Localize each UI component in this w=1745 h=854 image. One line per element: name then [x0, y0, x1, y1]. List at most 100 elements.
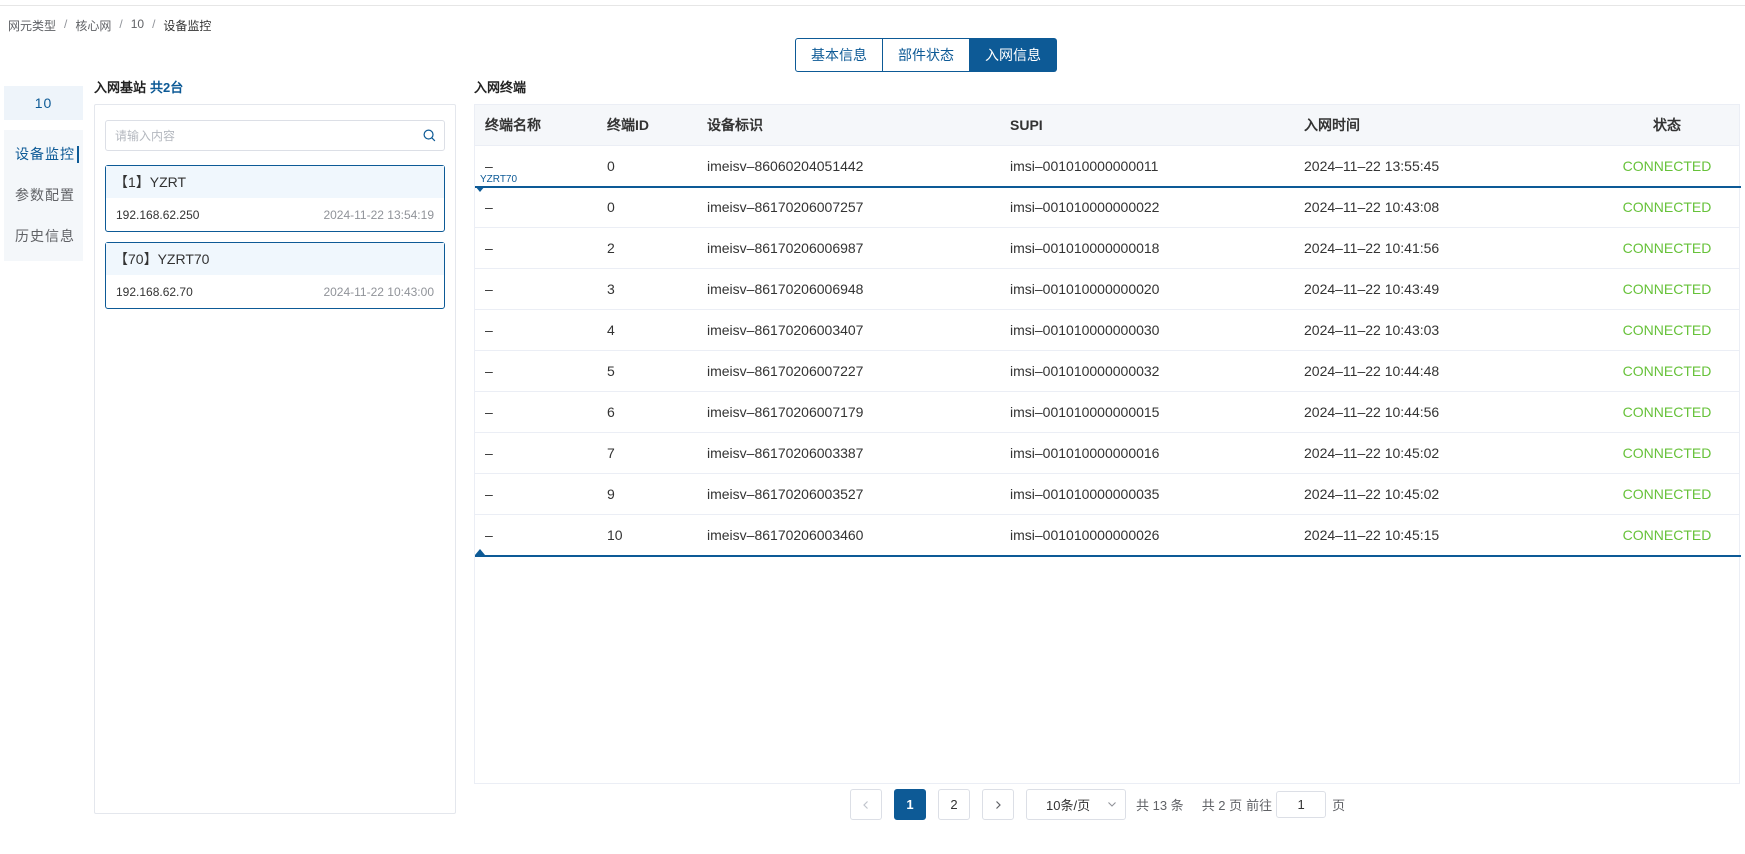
cell-access-time: 2024–11–22 10:43:03: [1294, 309, 1595, 351]
table-row[interactable]: –0 imeisv–86060204051442 imsi–001010000000…: [475, 145, 1739, 187]
breadcrumb-item[interactable]: 核心网: [75, 17, 111, 34]
cell-terminal-name: –: [475, 186, 597, 228]
cell-terminal-id: 7: [597, 432, 697, 474]
station-time: 2024-11-22 10:43:00: [323, 285, 434, 299]
table-header-row: 终端名称 终端ID 设备标识 SUPI 入网时间 状态: [475, 105, 1739, 146]
page-size-select[interactable]: 10条/页: [1026, 789, 1126, 820]
cell-terminal-id: 3: [597, 268, 697, 310]
cell-status: CONNECTED: [1595, 391, 1739, 433]
cell-terminal-id: 6: [597, 391, 697, 433]
cell-device-id: imeisv–86170206007179: [697, 391, 1000, 433]
sidebar-item-device-monitor[interactable]: 设备监控: [4, 134, 83, 175]
breadcrumb-separator: /: [64, 17, 68, 31]
next-page-button[interactable]: [982, 789, 1014, 820]
terminals-title: 入网终端: [474, 80, 527, 95]
column-header-access-time: 入网时间: [1294, 105, 1595, 146]
table-row[interactable]: –2 imeisv–86170206006987 imsi–001010000000…: [475, 227, 1739, 269]
tab-network-access-info[interactable]: 入网信息: [970, 38, 1057, 72]
prev-page-button[interactable]: [850, 789, 882, 820]
goto-page: 前往 页: [1246, 791, 1345, 818]
column-header-terminal-id: 终端ID: [597, 105, 697, 146]
total-count: 共 13 条: [1136, 798, 1184, 813]
cell-terminal-name: –: [475, 391, 597, 433]
sidebar-item-param-config[interactable]: 参数配置: [4, 175, 83, 216]
cell-supi: imsi–001010000000011: [1000, 145, 1294, 187]
cell-device-id: imeisv–86170206003527: [697, 473, 1000, 515]
page-size-value: 10条/页: [1046, 798, 1091, 813]
cell-access-time: 2024–11–22 10:44:48: [1294, 350, 1595, 392]
cell-supi: imsi–001010000000030: [1000, 309, 1294, 351]
cell-status: CONNECTED: [1595, 350, 1739, 392]
sidebar-node-label: 10: [4, 86, 83, 120]
column-header-status: 状态: [1595, 105, 1739, 146]
page-button-2[interactable]: 2: [938, 789, 970, 820]
station-search-input[interactable]: [106, 121, 406, 150]
cell-terminal-name: –: [475, 514, 597, 556]
breadcrumb-separator: /: [152, 17, 156, 31]
cell-terminal-id: 4: [597, 309, 697, 351]
cell-status: CONNECTED: [1595, 145, 1739, 187]
cell-terminal-name: –: [475, 309, 597, 351]
station-card[interactable]: 【70】YZRT70 192.168.62.70 2024-11-22 10:4…: [105, 242, 445, 309]
cell-supi: imsi–001010000000032: [1000, 350, 1294, 392]
cell-terminal-id: 0: [597, 186, 697, 228]
table-row[interactable]: –10 imeisv–86170206003460 imsi–00101000000…: [475, 514, 1739, 556]
stations-count: 共2台: [150, 80, 184, 95]
breadcrumb-item[interactable]: 网元类型: [8, 17, 56, 34]
cell-access-time: 2024–11–22 10:43:08: [1294, 186, 1595, 228]
tab-component-status[interactable]: 部件状态: [883, 38, 970, 72]
cell-access-time: 2024–11–22 10:45:02: [1294, 473, 1595, 515]
tab-basic-info[interactable]: 基本信息: [795, 38, 883, 72]
breadcrumb-separator: /: [119, 17, 123, 31]
search-icon[interactable]: [423, 129, 436, 142]
cell-supi: imsi–001010000000035: [1000, 473, 1294, 515]
stations-panel: 【1】YZRT 192.168.62.250 2024-11-22 13:54:…: [94, 104, 456, 814]
group-end-marker: [475, 549, 1741, 557]
breadcrumb-item[interactable]: 10: [131, 17, 144, 34]
table-row[interactable]: –3 imeisv–86170206006948 imsi–001010000000…: [475, 268, 1739, 310]
cell-supi: imsi–001010000000026: [1000, 514, 1294, 556]
table-row[interactable]: –7 imeisv–86170206003387 imsi–001010000000…: [475, 432, 1739, 474]
station-card[interactable]: 【1】YZRT 192.168.62.250 2024-11-22 13:54:…: [105, 165, 445, 232]
cell-device-id: imeisv–86170206003460: [697, 514, 1000, 556]
cell-device-id: imeisv–86170206003387: [697, 432, 1000, 474]
breadcrumb: 网元类型 / 核心网 / 10 / 设备监控: [8, 17, 211, 34]
page-button-1[interactable]: 1: [894, 789, 926, 820]
cell-terminal-name: –: [475, 432, 597, 474]
station-name: 【1】YZRT: [106, 166, 444, 198]
cell-supi: imsi–001010000000018: [1000, 227, 1294, 269]
terminals-table-container: 终端名称 终端ID 设备标识 SUPI 入网时间 状态 –0 imeisv–860…: [474, 104, 1741, 784]
stations-title-label: 入网基站: [94, 80, 147, 95]
cell-access-time: 2024–11–22 10:44:56: [1294, 391, 1595, 433]
table-row[interactable]: –4 imeisv–86170206003407 imsi–001010000000…: [475, 309, 1739, 351]
stations-title: 入网基站 共2台: [94, 77, 183, 96]
cell-status: CONNECTED: [1595, 309, 1739, 351]
cell-status: CONNECTED: [1595, 432, 1739, 474]
station-name: 【70】YZRT70: [106, 243, 444, 275]
column-header-supi: SUPI: [1000, 105, 1294, 146]
breadcrumb-current: 设备监控: [163, 19, 212, 33]
cell-status: CONNECTED: [1595, 514, 1739, 556]
cell-device-id: imeisv–86170206007227: [697, 350, 1000, 392]
goto-page-input[interactable]: [1276, 791, 1327, 818]
sidebar-item-history[interactable]: 历史信息: [4, 216, 83, 257]
group-label: YZRT70: [480, 174, 518, 185]
sidebar-menu: 设备监控 参数配置 历史信息: [4, 130, 83, 261]
cell-supi: imsi–001010000000015: [1000, 391, 1294, 433]
cell-status: CONNECTED: [1595, 473, 1739, 515]
table-row[interactable]: –6 imeisv–86170206007179 imsi–001010000000…: [475, 391, 1739, 433]
terminals-table: 终端名称 终端ID 设备标识 SUPI 入网时间 状态 –0 imeisv–860…: [475, 105, 1739, 556]
cell-access-time: 2024–11–22 13:55:45: [1294, 145, 1595, 187]
column-header-terminal-name: 终端名称: [475, 105, 597, 146]
cell-terminal-id: 2: [597, 227, 697, 269]
cell-terminal-name: –: [475, 227, 597, 269]
cell-supi: imsi–001010000000016: [1000, 432, 1294, 474]
station-search: [105, 120, 445, 151]
table-row[interactable]: –5 imeisv–86170206007227 imsi–001010000000…: [475, 350, 1739, 392]
cell-device-id: imeisv–86170206007257: [697, 186, 1000, 228]
chevron-down-icon: [1108, 802, 1116, 807]
table-row[interactable]: –9 imeisv–86170206003527 imsi–001010000000…: [475, 473, 1739, 515]
table-row[interactable]: –0 imeisv–86170206007257 imsi–001010000000…: [475, 186, 1739, 228]
total-pages: 共 2 页: [1201, 798, 1243, 813]
station-ip: 192.168.62.250: [116, 208, 200, 222]
